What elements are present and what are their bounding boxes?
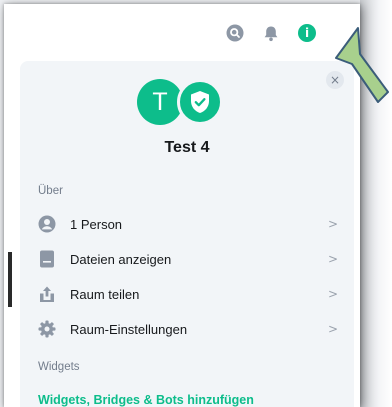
search-icon[interactable] (226, 24, 244, 42)
chevron-right-icon: > (327, 287, 338, 301)
people-label: 1 Person (70, 216, 123, 232)
gear-icon (38, 320, 56, 338)
bell-icon[interactable] (262, 24, 280, 42)
settings-item[interactable]: Raum-Einstellungen > (38, 316, 338, 342)
header-toolbar: i (226, 24, 316, 42)
files-item[interactable]: Dateien anzeigen > (38, 246, 338, 272)
room-info-window: i × T Test 4 Über 1 Person > Dateien anz… (4, 4, 360, 407)
chevron-right-icon: > (327, 252, 338, 266)
info-glyph: i (298, 24, 316, 42)
add-widgets-link[interactable]: Widgets, Bridges & Bots hinzufügen (38, 393, 254, 407)
share-item[interactable]: Raum teilen > (38, 281, 338, 307)
shield-check-icon (177, 79, 223, 125)
share-label: Raum teilen (70, 286, 140, 302)
file-icon (38, 250, 56, 268)
chevron-right-icon: > (327, 322, 338, 336)
settings-label: Raum-Einstellungen (70, 321, 188, 337)
widgets-section-title: Widgets (38, 361, 80, 373)
room-summary-panel: × T Test 4 Über 1 Person > Dateien anzei… (20, 61, 354, 407)
files-label: Dateien anzeigen (70, 251, 172, 267)
share-icon (38, 285, 56, 303)
people-item[interactable]: 1 Person > (38, 211, 338, 237)
annotation-arrow-icon (335, 27, 389, 103)
left-scroll-edge (8, 252, 12, 307)
room-avatar-group: T (137, 79, 237, 125)
person-icon (38, 215, 56, 233)
room-name: Test 4 (164, 139, 210, 156)
about-section-title: Über (38, 185, 63, 197)
info-icon[interactable]: i (298, 24, 316, 42)
chevron-right-icon: > (327, 217, 338, 231)
